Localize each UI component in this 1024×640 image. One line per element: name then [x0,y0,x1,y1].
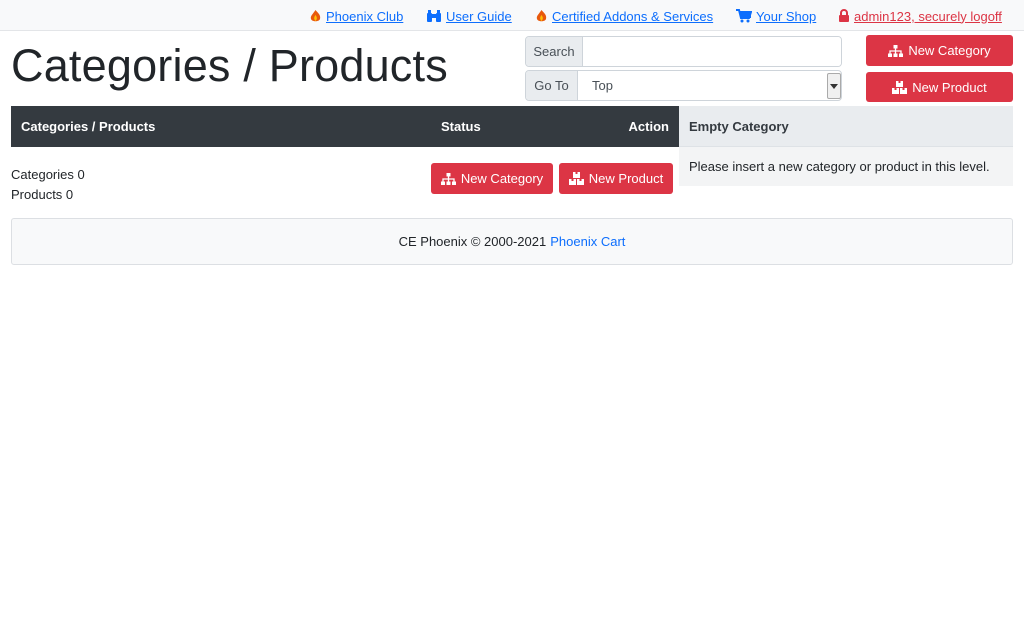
page-title: Categories / Products [11,40,448,91]
sitemap-icon [888,44,904,57]
column-header-action: Action [628,119,669,134]
row-new-category-label: New Category [460,171,544,186]
goto-group: Go To Top [525,70,842,101]
search-label: Search [526,37,583,66]
new-category-label: New Category [908,43,991,58]
top-nav-bar: Phoenix Club User Guide Certified Addons… [0,0,1024,31]
boxes-icon [568,172,584,185]
phoenix-club-link[interactable]: Phoenix Club [309,7,403,25]
logoff-link[interactable]: admin123, securely logoff [838,7,1002,25]
cart-icon [736,9,752,23]
sitemap-icon [440,172,456,185]
your-shop-link[interactable]: Your Shop [736,7,816,25]
footer-copyright: CE Phoenix © 2000-2021 [398,234,547,249]
binoculars-icon [427,10,441,22]
boxes-icon [892,80,908,94]
item-counts: Categories 0 Products 0 [11,165,85,205]
phoenix-icon [536,10,547,22]
column-header-name: Categories / Products [21,119,156,134]
row-new-product-label: New Product [588,171,664,186]
phoenix-club-label: Phoenix Club [326,8,404,24]
phoenix-icon [310,10,321,22]
lock-icon [839,9,849,22]
chevron-down-icon[interactable] [827,73,841,99]
logoff-label: admin123, securely logoff [854,8,1002,24]
column-header-status: Status [441,119,481,134]
search-input[interactable] [583,37,841,66]
new-product-button[interactable]: New Product [866,72,1013,102]
your-shop-label: Your Shop [756,8,817,24]
side-panel-title: Empty Category [679,106,1013,147]
row-new-category-button[interactable]: New Category [431,163,553,194]
new-category-button[interactable]: New Category [866,35,1013,66]
footer-phoenix-cart-link[interactable]: Phoenix Cart [550,234,625,249]
certified-addons-label: Certified Addons & Services [552,8,714,24]
goto-selected-value: Top [592,78,613,93]
certified-addons-link[interactable]: Certified Addons & Services [535,7,713,25]
goto-label: Go To [526,71,578,100]
side-panel-message: Please insert a new category or product … [679,147,1013,186]
row-new-product-button[interactable]: New Product [559,163,673,194]
user-guide-label: User Guide [446,8,512,24]
footer: CE Phoenix © 2000-2021 Phoenix Cart [11,218,1013,265]
products-count: Products 0 [11,187,74,202]
goto-select[interactable]: Top [578,71,841,100]
search-group: Search [525,36,842,67]
categories-count: Categories 0 [11,167,85,182]
user-guide-link[interactable]: User Guide [426,7,512,25]
new-product-label: New Product [912,79,987,95]
table-header: Categories / Products Status Action [11,106,679,147]
